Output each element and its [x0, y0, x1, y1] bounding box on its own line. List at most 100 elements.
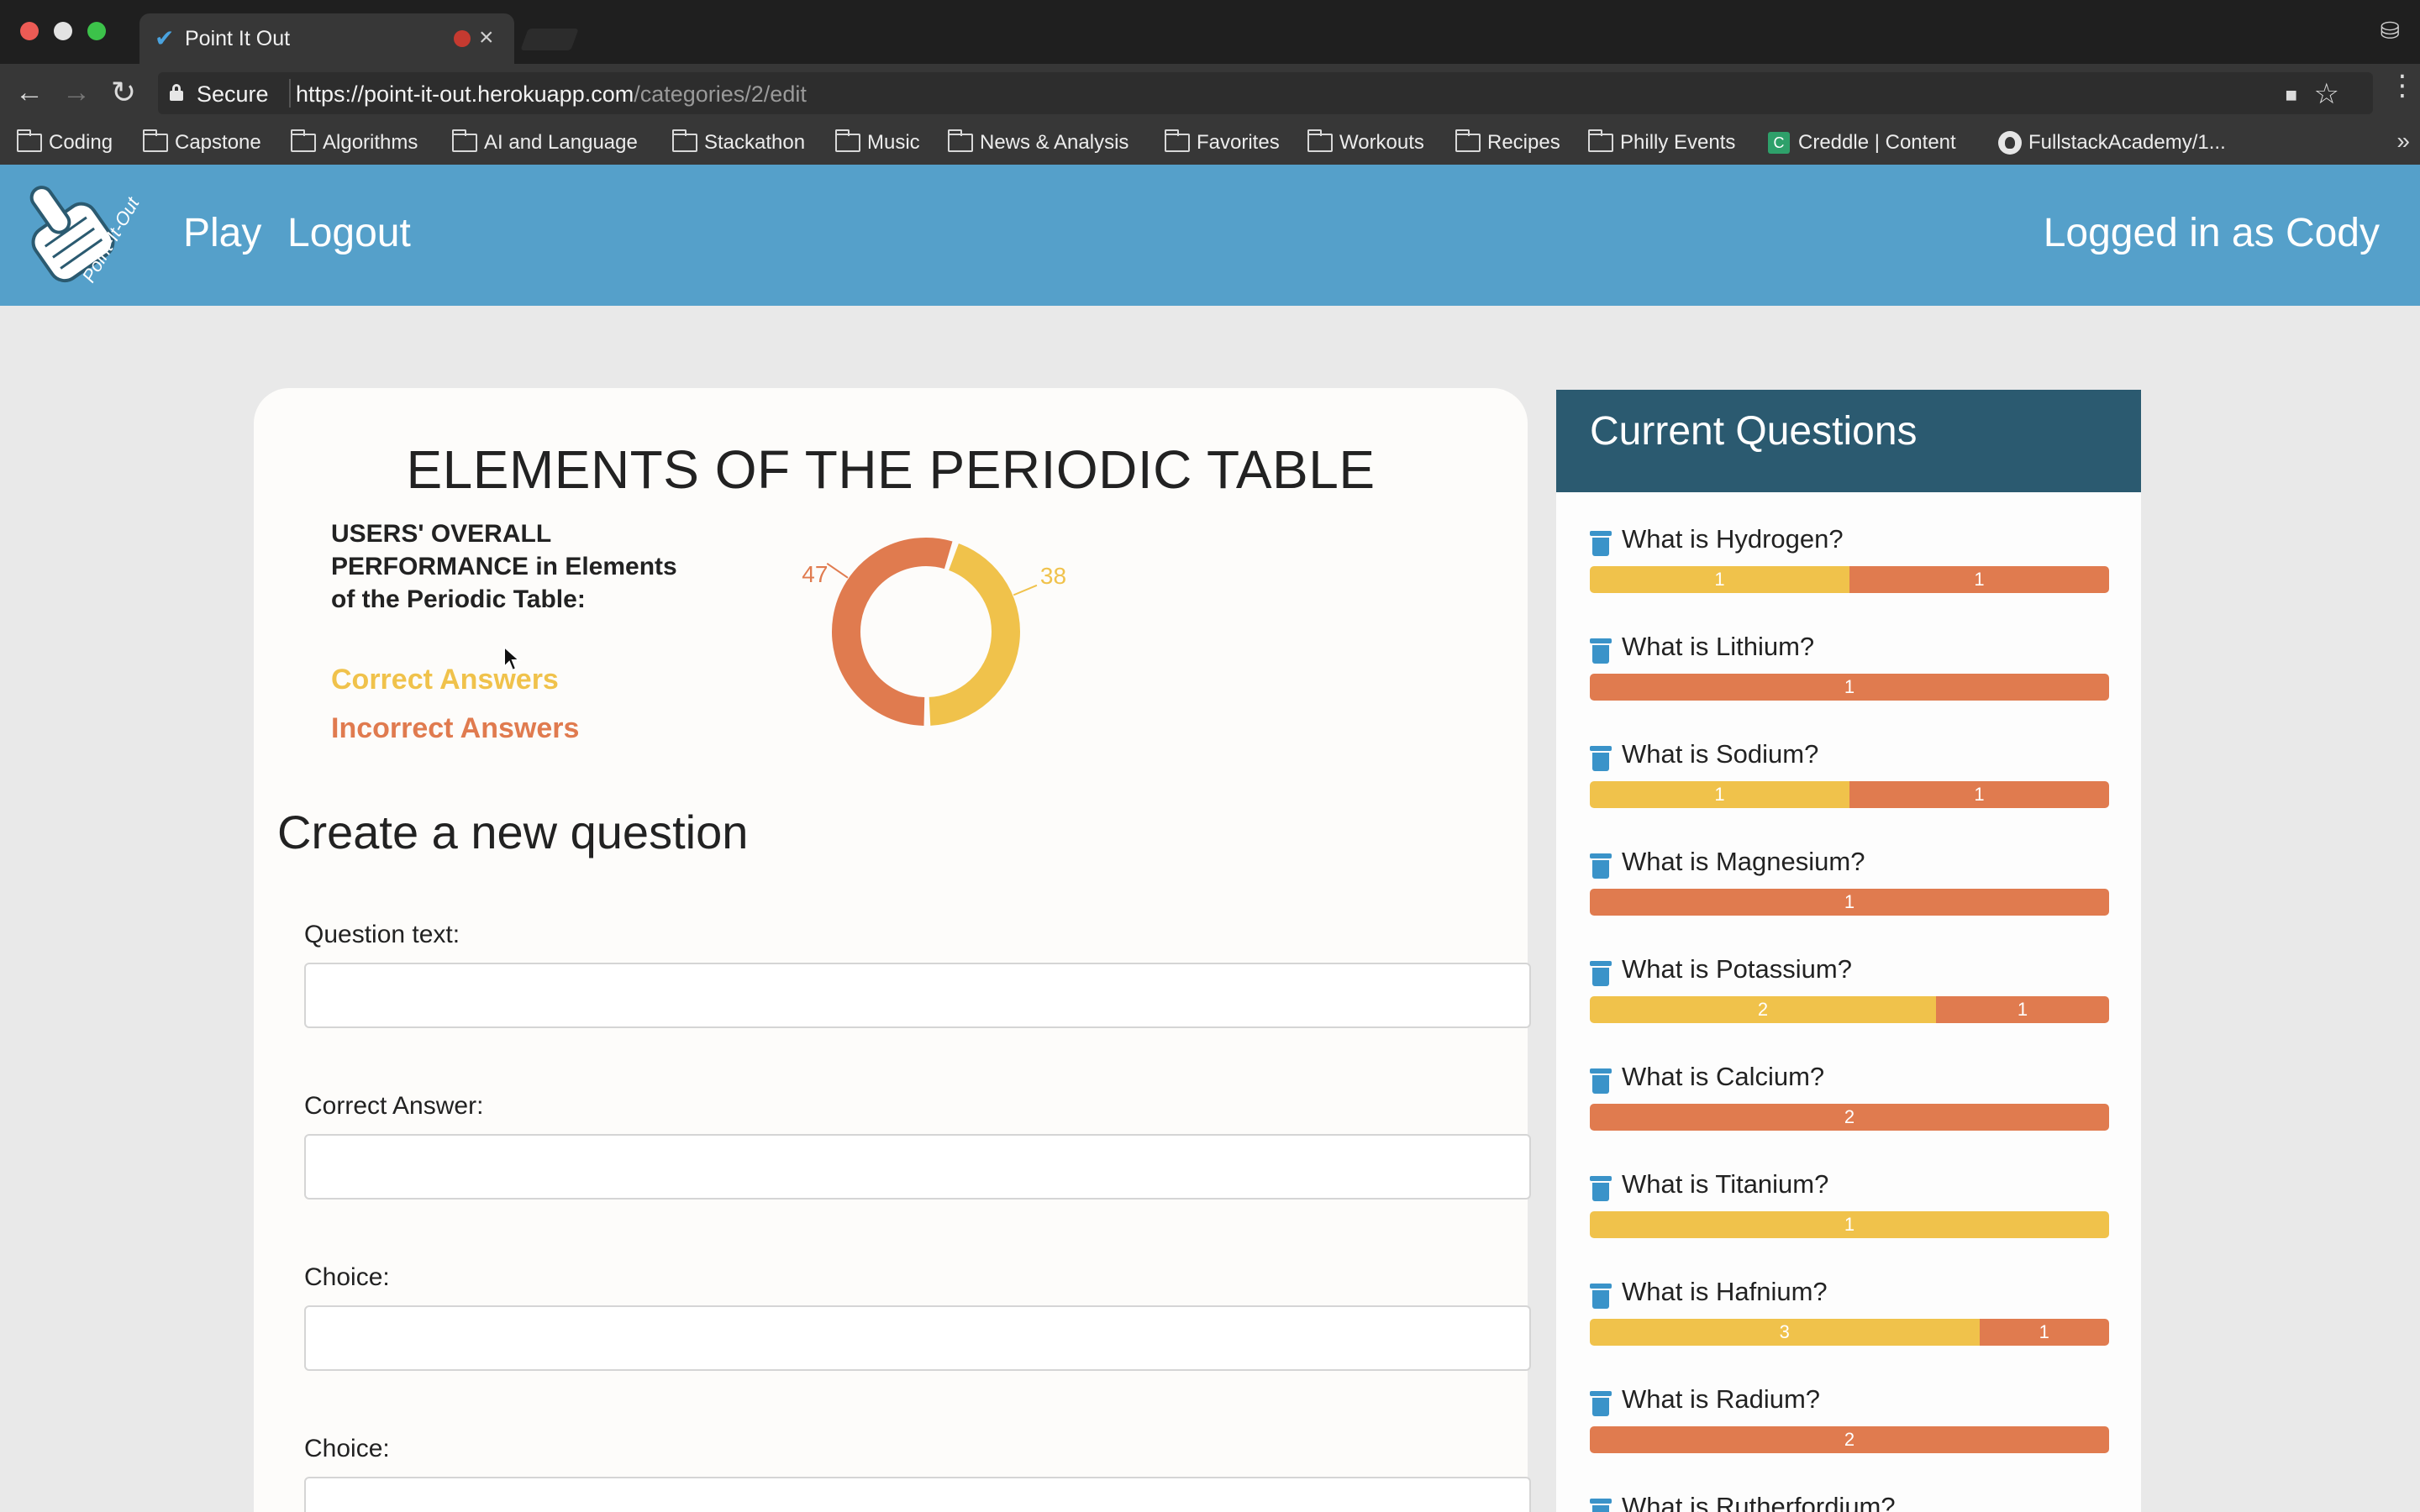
correct-segment: 3 — [1590, 1319, 1980, 1346]
camera-icon[interactable]: ■ — [2286, 84, 2298, 108]
mouse-cursor-icon — [503, 645, 522, 672]
question-text[interactable]: What is Magnesium? — [1622, 847, 1865, 877]
folder-icon — [948, 129, 973, 152]
window-close-button[interactable] — [20, 22, 39, 40]
bookmark-item[interactable]: Favorites — [1165, 128, 1280, 158]
new-tab-button[interactable] — [520, 29, 579, 50]
bookmark-label: Recipes — [1487, 131, 1560, 154]
bookmark-label: Creddle | Content — [1798, 131, 1956, 154]
trash-icon[interactable] — [1590, 853, 1612, 879]
bookmark-item[interactable]: Recipes — [1455, 128, 1560, 158]
trash-icon[interactable] — [1590, 531, 1612, 556]
trash-icon[interactable] — [1590, 1068, 1612, 1094]
bookmark-item[interactable]: Algorithms — [291, 128, 418, 158]
tab-close-icon[interactable]: × — [479, 24, 494, 52]
back-arrow-icon[interactable]: ← — [15, 76, 44, 109]
trash-icon[interactable] — [1590, 961, 1612, 986]
url-divider — [289, 79, 291, 108]
incorrect-segment: 1 — [1590, 889, 2109, 916]
window-maximize-button[interactable] — [87, 22, 106, 40]
choice-input[interactable] — [304, 1305, 1531, 1371]
bookmark-item[interactable]: C Creddle | Content — [1768, 128, 1956, 158]
folder-icon — [452, 129, 477, 152]
folder-icon — [1455, 129, 1481, 152]
choice-input[interactable] — [304, 1477, 1531, 1512]
browser-menu-icon[interactable]: ⋮ — [2388, 69, 2417, 102]
bookmark-item[interactable]: Philly Events — [1588, 128, 1735, 158]
legend-incorrect-answers: Incorrect Answers — [331, 712, 580, 744]
current-questions-header: Current Questions — [1556, 390, 2141, 492]
question-list-item: What is Hafnium? 3 1 — [1590, 1277, 2111, 1361]
reload-icon[interactable]: ↻ — [111, 76, 136, 109]
tab-title: Point It Out — [185, 27, 291, 50]
question-performance-bar: 21 — [1590, 996, 2109, 1023]
question-text[interactable]: What is Lithium? — [1622, 632, 1814, 662]
question-text[interactable]: What is Radium? — [1622, 1384, 1820, 1415]
donut-slice-correct — [929, 543, 1020, 726]
donut-value-label: 38 — [1040, 563, 1066, 589]
bookmark-label: FullstackAcademy/1... — [2028, 131, 2226, 154]
question-text[interactable]: What is Hydrogen? — [1622, 524, 1844, 554]
question-text[interactable]: What is Rutherfordium? — [1622, 1492, 1896, 1512]
bookmark-item[interactable]: AI and Language — [452, 128, 638, 158]
recording-indicator-icon — [454, 30, 471, 47]
correct-answer-label: Correct Answer: — [304, 1092, 484, 1120]
trash-icon[interactable] — [1590, 638, 1612, 664]
forward-arrow-icon[interactable]: → — [62, 76, 91, 109]
question-text[interactable]: What is Hafnium? — [1622, 1277, 1828, 1307]
address-bar[interactable]: Secure https://point-it-out.herokuapp.co… — [158, 72, 2373, 114]
question-performance-bar: 1 — [1590, 674, 2109, 701]
url-text[interactable]: https://point-it-out.herokuapp.com/categ… — [296, 81, 807, 108]
trash-icon[interactable] — [1590, 746, 1612, 771]
trash-icon[interactable] — [1590, 1176, 1612, 1201]
question-text[interactable]: What is Calcium? — [1622, 1062, 1824, 1092]
question-text[interactable]: What is Potassium? — [1622, 954, 1852, 984]
question-performance-bar: 11 — [1590, 781, 2109, 808]
bookmark-label: Stackathon — [704, 131, 806, 154]
nav-play-link[interactable]: Play — [183, 210, 261, 257]
bookmark-label: Philly Events — [1620, 131, 1736, 154]
question-list-item: What is Rutherfordium? — [1590, 1492, 2111, 1512]
url-path: /categories/2/edit — [634, 81, 807, 107]
trash-icon[interactable] — [1590, 1499, 1612, 1512]
question-list-item: What is Potassium? 2 1 — [1590, 954, 2111, 1038]
performance-donut-chart: 38 47 — [802, 538, 1066, 726]
point-it-out-logo[interactable]: Point-It-Out — [12, 173, 146, 299]
question-list-item: What is Magnesium? 1 — [1590, 847, 2111, 931]
bookmark-item[interactable]: Coding — [17, 128, 113, 158]
bookmarks-overflow-icon[interactable]: » — [2396, 128, 2410, 155]
create-question-heading: Create a new question — [277, 806, 749, 858]
bookmark-item[interactable]: Stackathon — [672, 128, 805, 158]
question-text-label: Question text: — [304, 921, 460, 948]
bookmark-star-icon[interactable]: ☆ — [2314, 77, 2339, 111]
bookmark-item[interactable]: FullstackAcademy/1... — [1998, 128, 2226, 158]
incognito-icon: ⛁ — [2380, 18, 2400, 44]
question-text[interactable]: What is Sodium? — [1622, 739, 1818, 769]
url-host: https://point-it-out.herokuapp.com — [296, 81, 634, 107]
question-list-item: What is Radium? 2 — [1590, 1384, 2111, 1468]
incorrect-segment: 2 — [1590, 1104, 2109, 1131]
donut-leader-line — [826, 562, 849, 579]
question-performance-bar: 2 — [1590, 1104, 2109, 1131]
bookmark-item[interactable]: Capstone — [143, 128, 261, 158]
bookmark-item[interactable]: Workouts — [1307, 128, 1424, 158]
folder-icon — [1588, 129, 1613, 152]
bookmark-item[interactable]: News & Analysis — [948, 128, 1128, 158]
bookmark-label: Music — [867, 131, 920, 154]
trash-icon[interactable] — [1590, 1391, 1612, 1416]
incorrect-segment: 1 — [1590, 674, 2109, 701]
bookmark-label: Algorithms — [323, 131, 418, 154]
trash-icon[interactable] — [1590, 1284, 1612, 1309]
correct-answer-input[interactable] — [304, 1134, 1531, 1200]
nav-logout-link[interactable]: Logout — [287, 210, 411, 257]
browser-tab-active[interactable]: ✔ Point It Out × — [139, 13, 514, 64]
question-text-input[interactable] — [304, 963, 1531, 1028]
bookmarks-bar: Coding Capstone Algorithms AI and Language S… — [0, 123, 2420, 165]
question-text[interactable]: What is Titanium? — [1622, 1169, 1828, 1200]
question-performance-bar: 31 — [1590, 1319, 2109, 1346]
bookmark-item[interactable]: Music — [835, 128, 920, 158]
question-list-item: What is Hydrogen? 1 1 — [1590, 524, 2111, 608]
incorrect-segment: 1 — [1849, 566, 2109, 593]
window-minimize-button[interactable] — [54, 22, 72, 40]
question-list-item: What is Calcium? 2 — [1590, 1062, 2111, 1146]
